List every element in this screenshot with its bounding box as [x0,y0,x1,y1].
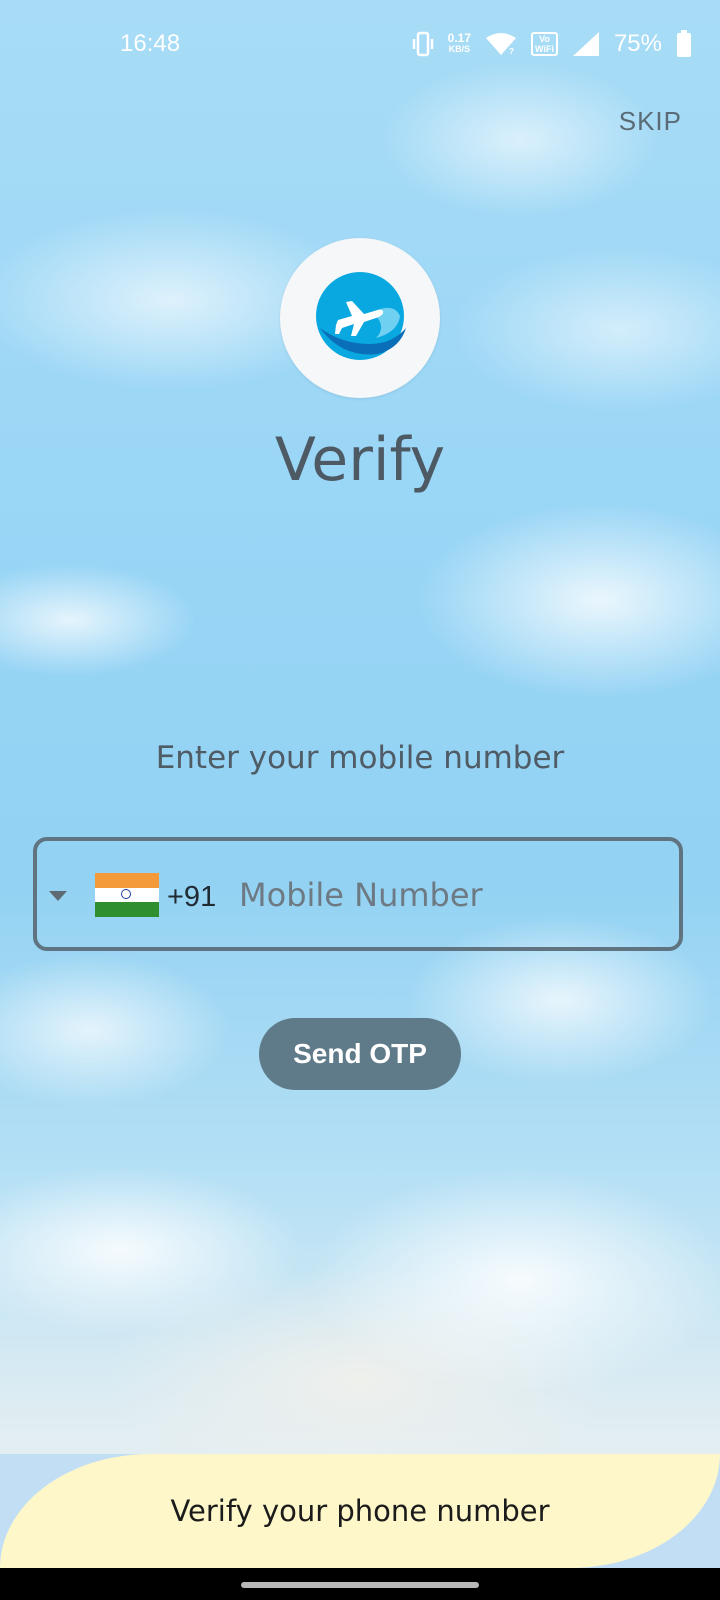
svg-text:?: ? [509,47,514,56]
verify-screen: 16:48 0.17 KB/S ? Vo WiFi 75% SKIP Verif… [0,0,720,1600]
bottom-banner: Verify your phone number [0,1454,720,1568]
mobile-number-prompt: Enter your mobile number [155,740,565,776]
battery-icon [676,30,692,58]
dropdown-arrow-icon [49,886,67,905]
home-indicator[interactable] [241,1582,479,1588]
airplane-logo-icon [312,268,408,368]
country-code-dropdown[interactable] [49,871,159,919]
network-speed-unit: KB/S [448,44,471,54]
navigation-bar [0,1568,720,1600]
vibrate-icon [412,31,434,57]
page-title: Verify [274,425,446,495]
wifi-icon: ? [485,32,517,56]
vowifi-bottom: WiFi [535,44,554,54]
mobile-number-input[interactable] [237,865,661,925]
app-logo [280,238,440,398]
cellular-signal-icon [572,31,600,57]
status-bar: 16:48 0.17 KB/S ? Vo WiFi 75% [0,0,720,92]
status-time: 16:48 [120,30,181,57]
india-flag-icon [95,873,159,918]
battery-percent: 75% [613,30,662,57]
vowifi-top: Vo [539,34,550,44]
vowifi-badge: Vo WiFi [531,32,558,56]
banner-text: Verify your phone number [170,1494,550,1528]
phone-number-field: +91 [33,837,683,951]
status-icons: 0.17 KB/S ? Vo WiFi 75% [412,28,692,60]
skip-button[interactable]: SKIP [619,106,682,137]
network-speed-value: 0.17 [447,31,472,45]
send-otp-button[interactable]: Send OTP [259,1018,461,1090]
network-speed: 0.17 KB/S [447,31,472,55]
dial-code: +91 [167,881,217,913]
